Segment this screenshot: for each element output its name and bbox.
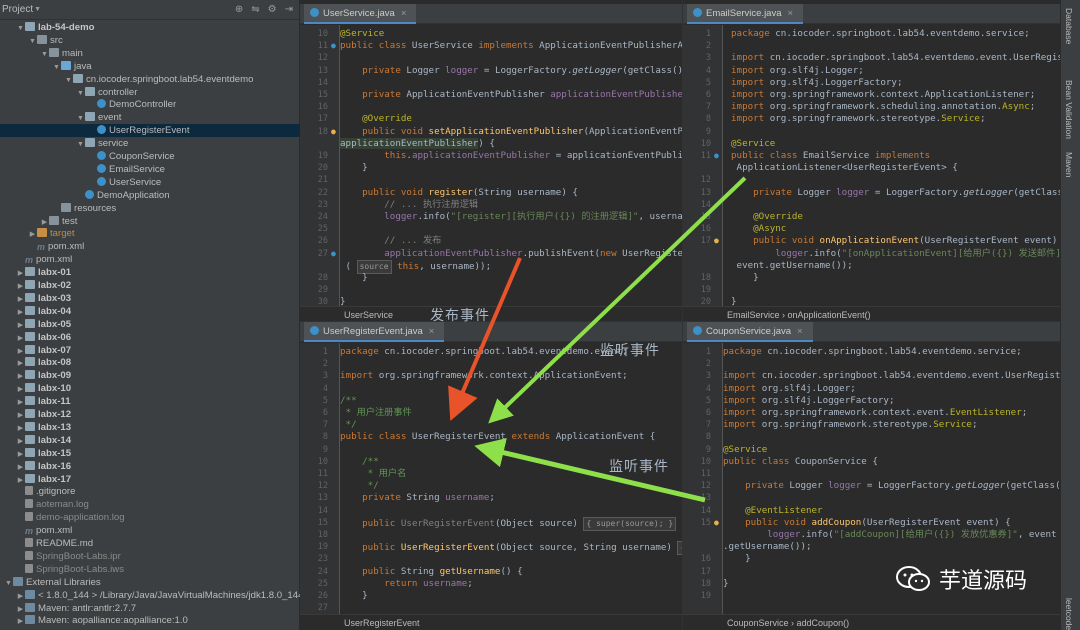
watermark: 芋道源码	[895, 563, 1027, 595]
watermark-text: 芋道源码	[939, 568, 1028, 593]
publish-event-label: 发布事件	[430, 307, 490, 323]
publish-arrow	[448, 257, 522, 422]
wechat-icon	[896, 566, 930, 591]
annotation-overlay	[448, 176, 747, 503]
listen-event-label-2: 监听事件	[609, 458, 669, 474]
listen-arrow-coupon	[474, 437, 706, 503]
listen-event-label-1: 监听事件	[600, 342, 660, 358]
listen-arrow-email	[488, 176, 747, 424]
